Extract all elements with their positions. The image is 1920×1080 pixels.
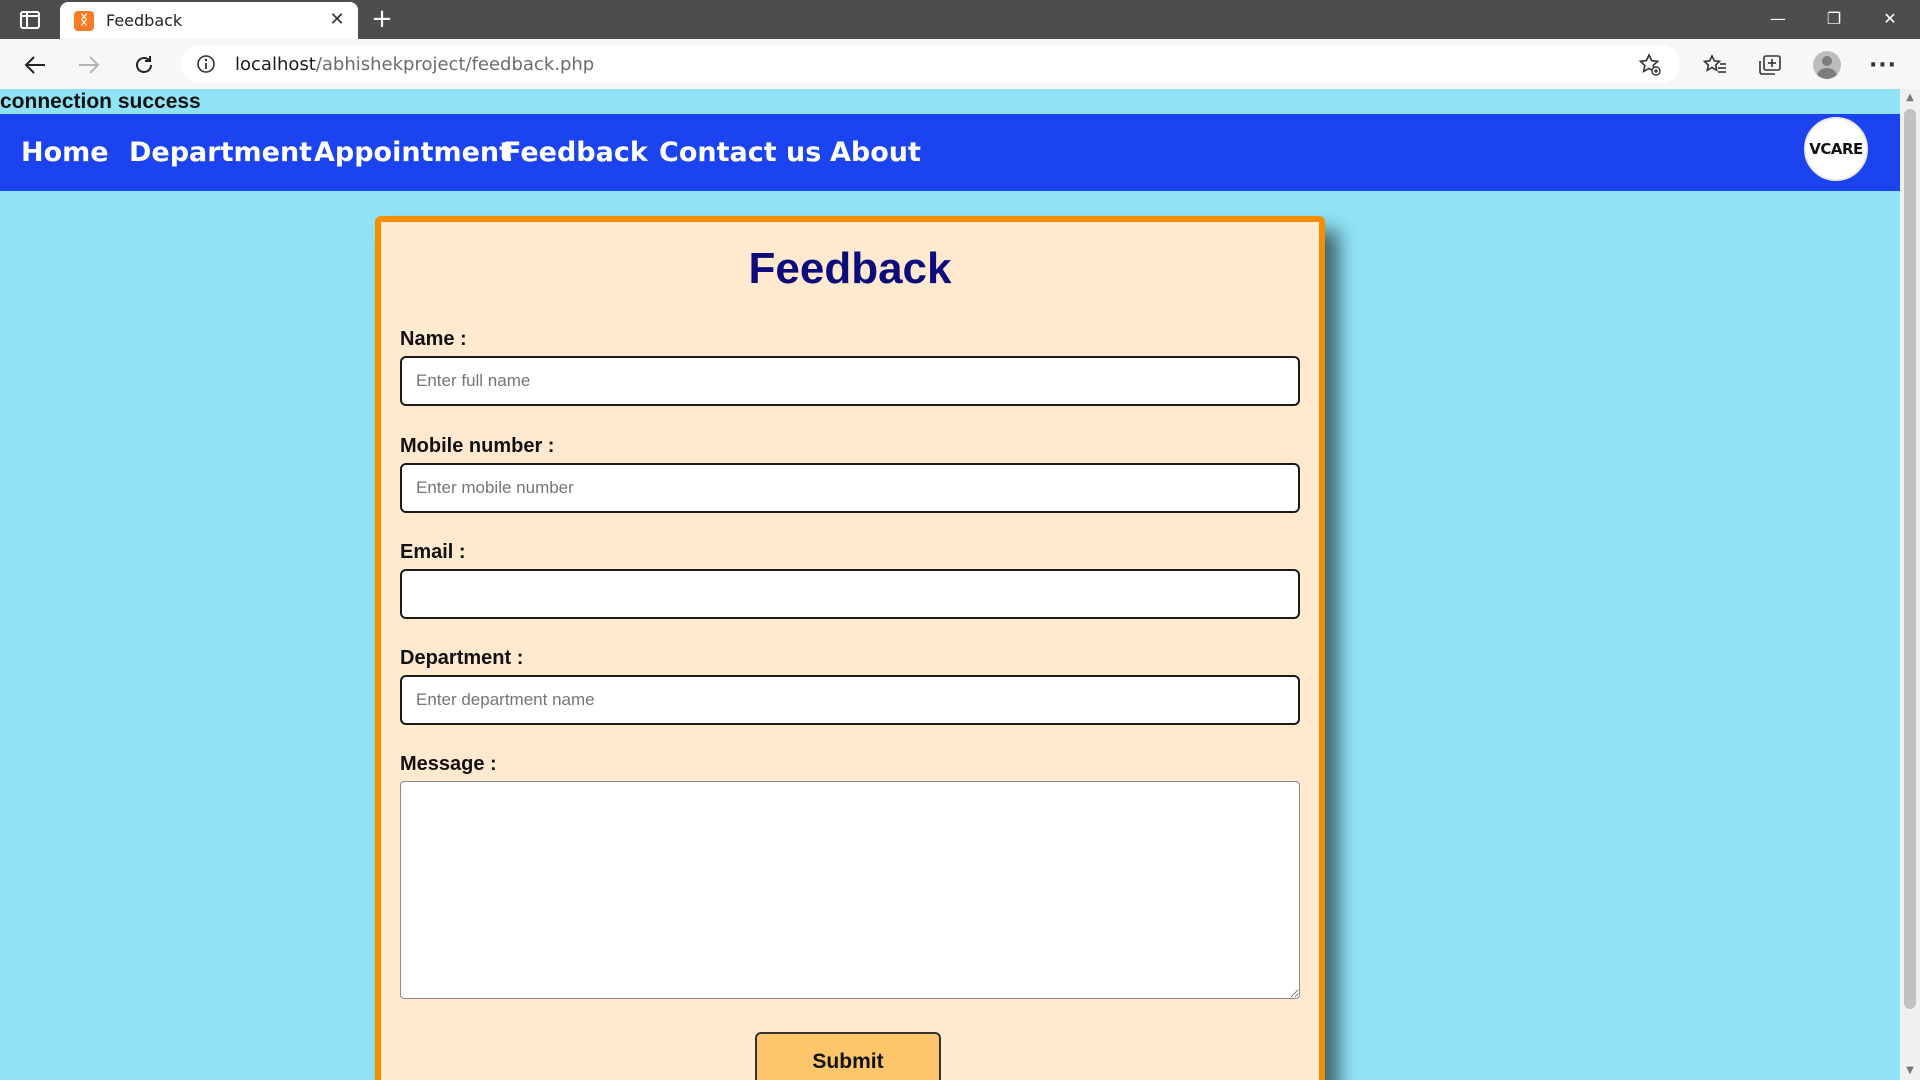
back-arrow-icon[interactable] bbox=[18, 48, 52, 82]
scrollbar-thumb[interactable] bbox=[1904, 109, 1916, 1009]
department-label: Department : bbox=[400, 647, 524, 669]
address-bar[interactable]: localhost/abhishekproject/feedback.php bbox=[180, 45, 1680, 83]
browser-tab-active[interactable]: ᛝ Feedback ✕ bbox=[60, 2, 358, 39]
nav-link-appointment[interactable]: Appointment bbox=[314, 114, 512, 191]
new-tab-icon[interactable]: + bbox=[368, 6, 396, 34]
email-input[interactable] bbox=[400, 569, 1300, 619]
feedback-form-card: Feedback Name : Mobile number : Email : … bbox=[375, 216, 1325, 1080]
department-input[interactable] bbox=[400, 675, 1300, 725]
tab-title: Feedback bbox=[106, 11, 183, 30]
message-label: Message : bbox=[400, 753, 497, 775]
page-viewport: connection success Home Department Appoi… bbox=[0, 89, 1900, 1080]
message-textarea[interactable] bbox=[400, 781, 1300, 999]
nav-link-contact-us[interactable]: Contact us bbox=[659, 114, 821, 191]
nav-link-feedback[interactable]: Feedback bbox=[503, 114, 648, 191]
url-text[interactable]: localhost/abhishekproject/feedback.php bbox=[235, 54, 594, 75]
scroll-up-icon[interactable]: ▲ bbox=[1900, 89, 1920, 107]
add-favorite-icon[interactable] bbox=[1638, 53, 1662, 77]
site-navbar: Home Department Appointment Feedback Con… bbox=[0, 114, 1900, 191]
nav-link-home[interactable]: Home bbox=[21, 114, 109, 191]
logo-text: VCARE bbox=[1809, 140, 1863, 158]
name-label: Name : bbox=[400, 328, 467, 350]
restore-icon[interactable]: ❐ bbox=[1806, 0, 1862, 39]
name-input[interactable] bbox=[400, 356, 1300, 406]
page-scrollbar[interactable]: ▲ ▼ bbox=[1900, 89, 1920, 1080]
collections-icon[interactable] bbox=[1753, 48, 1787, 82]
connection-status-text: connection success bbox=[0, 90, 201, 113]
tab-actions-icon[interactable] bbox=[18, 10, 42, 30]
vcare-logo[interactable]: VCARE bbox=[1804, 117, 1868, 181]
forward-arrow-icon[interactable] bbox=[72, 48, 106, 82]
xampp-favicon-icon: ᛝ bbox=[74, 11, 94, 31]
browser-toolbar: localhost/abhishekproject/feedback.php ·… bbox=[0, 39, 1920, 89]
submit-button[interactable]: Submit bbox=[755, 1032, 941, 1080]
profile-avatar-icon[interactable] bbox=[1810, 48, 1844, 82]
form-title: Feedback bbox=[748, 244, 952, 293]
browser-titlebar: ᛝ Feedback ✕ + — ❐ ✕ bbox=[0, 0, 1920, 39]
more-menu-icon[interactable]: ··· bbox=[1866, 48, 1900, 82]
nav-link-about[interactable]: About bbox=[830, 114, 921, 191]
mobile-input[interactable] bbox=[400, 463, 1300, 513]
close-icon[interactable]: ✕ bbox=[326, 9, 348, 31]
favorites-icon[interactable] bbox=[1698, 48, 1732, 82]
nav-link-department[interactable]: Department bbox=[129, 114, 312, 191]
window-close-icon[interactable]: ✕ bbox=[1862, 0, 1918, 39]
email-label: Email : bbox=[400, 541, 466, 563]
scroll-down-icon[interactable]: ▼ bbox=[1900, 1062, 1920, 1080]
mobile-label: Mobile number : bbox=[400, 435, 555, 457]
url-path: /abhishekproject/feedback.php bbox=[315, 54, 595, 75]
minimize-icon[interactable]: — bbox=[1750, 0, 1806, 39]
refresh-icon[interactable] bbox=[127, 48, 161, 82]
avatar bbox=[1813, 51, 1841, 79]
url-host: localhost bbox=[235, 54, 316, 75]
info-icon[interactable] bbox=[196, 54, 216, 74]
